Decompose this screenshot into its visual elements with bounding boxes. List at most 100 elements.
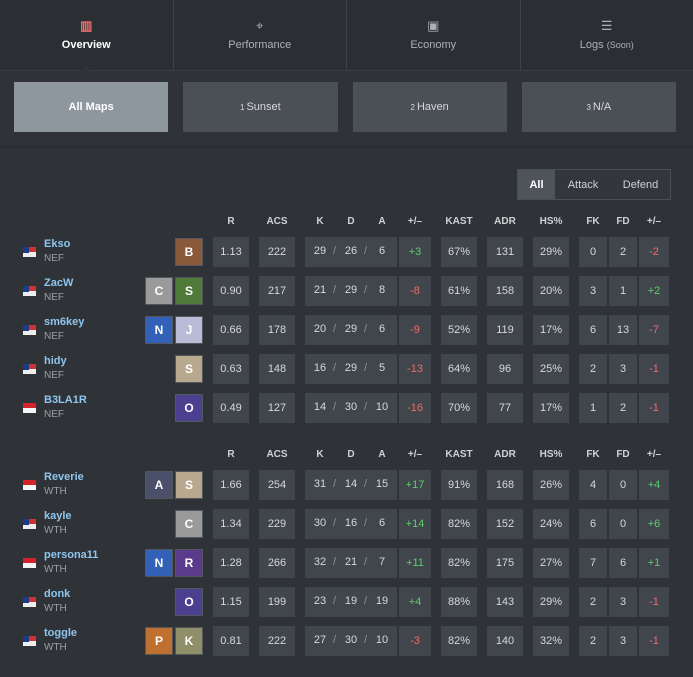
player-team-tag: NEF	[44, 331, 64, 342]
tab-label: Performance	[228, 39, 291, 51]
stat-hs: 32%	[533, 626, 569, 656]
map-button[interactable]: 3 N/A	[521, 82, 676, 132]
stat-value: -8	[410, 285, 420, 297]
player-name-link[interactable]: kayle	[44, 510, 72, 522]
stat-value: 0.90	[220, 285, 242, 297]
stat-hs: 17%	[533, 315, 569, 345]
bar-chart-icon: ▥	[80, 18, 93, 33]
stat-value: 82%	[447, 518, 471, 530]
player-team-tag: WTH	[44, 642, 67, 653]
player-name-link[interactable]: Reverie	[44, 471, 84, 483]
stat-pm: -9	[399, 315, 431, 345]
column-header: +/–	[646, 449, 662, 460]
column-header: D	[347, 449, 355, 460]
stat-kast: 64%	[441, 354, 477, 384]
filter-attack-button[interactable]: Attack	[555, 170, 611, 199]
stat-fd: 3	[609, 354, 637, 384]
player-name-link[interactable]: donk	[44, 588, 70, 600]
malaysia-flag-icon	[23, 364, 36, 374]
tab-performance[interactable]: ⌖ Performance	[174, 0, 347, 70]
stat-value: 0	[589, 246, 597, 258]
stat-pm: -3	[399, 626, 431, 656]
stat-value: 1.13	[220, 246, 242, 258]
map-name: All Maps	[68, 101, 114, 113]
stat-value: -13	[407, 363, 423, 375]
stat-fk: 6	[579, 509, 607, 539]
stat-value: 168	[495, 479, 515, 491]
stat-value: 266	[267, 557, 287, 569]
stat-value: 17%	[539, 324, 563, 336]
stat-kda: 16/29/5	[305, 354, 397, 384]
stat-r: 1.13	[213, 237, 249, 267]
stat-value: 27%	[539, 557, 563, 569]
stat-value: 0	[619, 479, 627, 491]
filter-defend-button[interactable]: Defend	[611, 170, 670, 199]
stat-assists: 10	[375, 634, 389, 646]
stat-hs: 29%	[533, 237, 569, 267]
player-name-link[interactable]: persona11	[44, 549, 98, 561]
tab-label: Overview	[62, 39, 111, 51]
stat-value: -7	[649, 324, 659, 336]
stat-kast: 91%	[441, 470, 477, 500]
agent-reyna-icon: R	[175, 549, 203, 577]
stat-assists: 5	[378, 362, 386, 374]
player-name-link[interactable]: ZacW	[44, 277, 73, 289]
stat-fd: 13	[609, 315, 637, 345]
stat-fkpm: -1	[639, 393, 669, 423]
stat-value: 29%	[539, 596, 563, 608]
player-name-link[interactable]: toggle	[44, 627, 77, 639]
column-header: +/–	[407, 449, 423, 460]
stat-value: 119	[496, 324, 514, 336]
map-button[interactable]: 1 Sunset	[183, 82, 338, 132]
stat-r: 0.63	[213, 354, 249, 384]
stat-fk: 4	[579, 470, 607, 500]
agent-cypher-icon: C	[175, 510, 203, 538]
stat-value: -1	[649, 635, 659, 647]
stat-assists: 8	[378, 284, 386, 296]
stat-value: 222	[267, 635, 287, 647]
player-team-tag: WTH	[44, 603, 67, 614]
player-name-link[interactable]: hidy	[44, 355, 67, 367]
stat-kda: 27/30/10	[305, 626, 397, 656]
stat-kills: 31	[313, 478, 327, 490]
agent-brimstone-icon: B	[175, 238, 203, 266]
map-button[interactable]: 2 Haven	[352, 82, 507, 132]
stat-value: 32%	[539, 635, 563, 647]
stat-kills: 23	[313, 595, 327, 607]
filter-all-button[interactable]: All	[518, 170, 555, 199]
tab-overview[interactable]: ▥ Overview	[0, 0, 174, 71]
player-row: ZacW NEF C S 0.90 217 -8 61% 158 20% 3 1 +2 21/29/8	[0, 276, 693, 306]
stat-deaths: 21	[344, 556, 358, 568]
stat-assists: 10	[375, 401, 389, 413]
stat-acs: 266	[259, 548, 295, 578]
stat-fkpm: +4	[639, 470, 669, 500]
stat-value: 0	[619, 518, 627, 530]
stat-acs: 178	[259, 315, 295, 345]
player-row: donk WTH O 1.15 199 +4 88% 143 29% 2 3 -1 23/19/19	[0, 587, 693, 617]
tab-logs[interactable]: ☰ Logs (Soon)	[521, 0, 693, 70]
stat-value: 67%	[447, 246, 471, 258]
stat-value: 13	[616, 324, 630, 336]
stat-hs: 24%	[533, 509, 569, 539]
stat-fk: 2	[579, 626, 607, 656]
stat-value: 1.66	[220, 479, 242, 491]
stat-value: 64%	[447, 363, 471, 375]
player-name-link[interactable]: Ekso	[44, 238, 70, 250]
tab-label-text: Economy	[410, 39, 457, 51]
stat-deaths: 30	[344, 401, 358, 413]
stat-fk: 1	[579, 393, 607, 423]
stat-deaths: 29	[344, 284, 358, 296]
player-name-link[interactable]: sm6key	[44, 316, 84, 328]
stat-value: 254	[267, 479, 287, 491]
player-name-link[interactable]: B3LA1R	[44, 394, 87, 406]
stat-value: -3	[410, 635, 420, 647]
stat-value: 158	[495, 285, 515, 297]
map-button[interactable]: All Maps	[14, 82, 169, 132]
player-row: sm6key NEF N J 0.66 178 -9 52% 119 17% 6 13 -7 20/29/…	[0, 315, 693, 345]
stat-assists: 6	[378, 323, 386, 335]
map-number: 1	[240, 102, 245, 112]
tab-economy[interactable]: ▣ Economy	[347, 0, 521, 70]
column-header: HS%	[539, 216, 563, 227]
stat-adr: 77	[487, 393, 523, 423]
stat-pm: -13	[399, 354, 431, 384]
